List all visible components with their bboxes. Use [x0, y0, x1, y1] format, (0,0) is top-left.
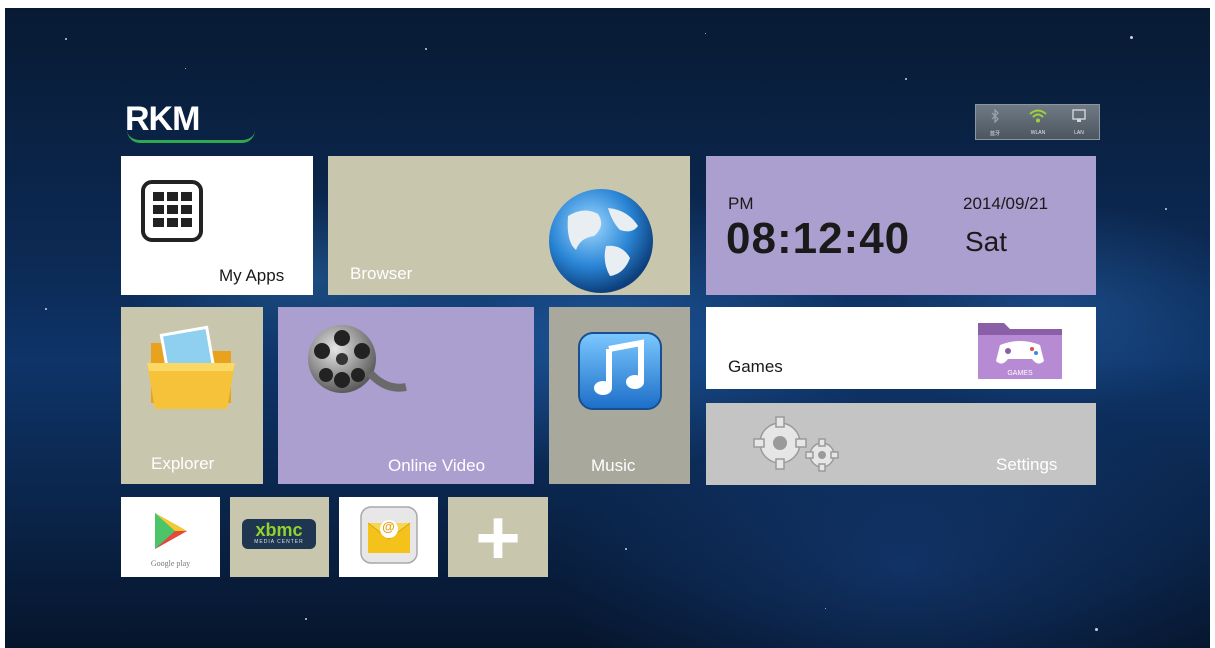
clock-weekday: Sat: [965, 226, 1008, 257]
star-decoration: [825, 608, 826, 609]
games-badge-text: GAMES: [1007, 370, 1033, 377]
settings-tile[interactable]: Settings: [706, 403, 1096, 485]
music-tile[interactable]: Music: [549, 307, 690, 484]
star-decoration: [65, 38, 67, 40]
star-decoration: [1130, 36, 1133, 39]
star-decoration: [45, 308, 47, 310]
lan-label: LAN: [1074, 130, 1084, 136]
bluetooth-label: 蓝牙: [989, 131, 1000, 137]
star-decoration: [185, 68, 186, 69]
launcher-screen: RKM 蓝牙 WLAN LAN My Apps Browser PM 08:12…: [5, 8, 1210, 648]
clock-date: 2014/09/21: [963, 194, 1049, 213]
lan-status: LAN: [1064, 109, 1094, 136]
xbmc-shortcut[interactable]: xbmc MEDIA CENTER: [230, 497, 329, 577]
clock-ampm: PM: [728, 194, 754, 213]
folder-icon: [147, 325, 235, 409]
star-decoration: [305, 618, 307, 620]
clock-widget: PM 08:12:40 2014/09/21 Sat: [706, 156, 1096, 295]
xbmc-logo-text: xbmc: [255, 520, 303, 540]
add-shortcut-button[interactable]: +: [448, 497, 548, 577]
wlan-status: WLAN: [1023, 109, 1053, 136]
google-play-shortcut[interactable]: Google play: [121, 497, 220, 577]
star-decoration: [1095, 628, 1098, 631]
explorer-label: Explorer: [151, 454, 215, 473]
online-video-tile[interactable]: Online Video: [278, 307, 534, 484]
my-apps-tile[interactable]: My Apps: [121, 156, 313, 295]
explorer-tile[interactable]: Explorer: [121, 307, 263, 484]
browser-label: Browser: [350, 264, 413, 283]
star-decoration: [1165, 208, 1167, 210]
my-apps-label: My Apps: [219, 266, 285, 285]
star-decoration: [905, 78, 907, 80]
email-icon: [360, 506, 418, 564]
bluetooth-status: 蓝牙: [980, 108, 1010, 137]
games-label: Games: [728, 357, 783, 376]
music-label: Music: [591, 456, 636, 475]
connection-status-panel: 蓝牙 WLAN LAN: [975, 104, 1100, 140]
email-at-symbol: @: [382, 519, 395, 534]
email-shortcut[interactable]: @: [339, 497, 438, 577]
google-play-caption: Google play: [150, 559, 191, 568]
bluetooth-icon: [991, 108, 999, 124]
globe-icon: [549, 189, 653, 293]
wifi-icon: [1029, 109, 1047, 123]
plus-icon: +: [475, 497, 521, 577]
xbmc-logo-subtext: MEDIA CENTER: [254, 539, 304, 545]
clock-time: 08:12:40: [726, 214, 911, 263]
apps-grid-icon: [141, 180, 203, 242]
settings-label: Settings: [996, 455, 1058, 474]
star-decoration: [425, 48, 427, 50]
music-note-icon: [578, 332, 662, 410]
wlan-label: WLAN: [1030, 130, 1046, 136]
google-play-icon: [155, 513, 187, 549]
games-tile[interactable]: Games GAMES: [706, 307, 1096, 389]
lan-icon: [1072, 109, 1086, 122]
film-reel-icon: [308, 325, 407, 393]
gears-icon: [753, 416, 839, 472]
logo-swoosh: [127, 130, 255, 143]
games-folder-icon: GAMES: [978, 323, 1062, 379]
browser-tile[interactable]: Browser: [328, 156, 690, 295]
star-decoration: [705, 33, 706, 34]
online-video-label: Online Video: [388, 456, 486, 475]
star-decoration: [625, 548, 627, 550]
